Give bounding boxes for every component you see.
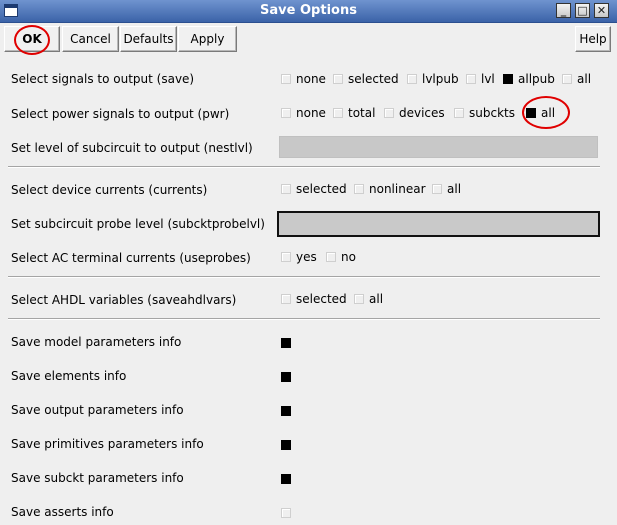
checkbox[interactable]	[281, 372, 291, 382]
info-toggle-primitives-parameters[interactable]	[281, 438, 296, 452]
info-label-subckt-parameters: Save subckt parameters info	[11, 471, 184, 485]
nestlvl-label: Set level of subcircuit to output (nestl…	[11, 141, 253, 155]
option-label: all	[369, 292, 384, 306]
checkbox[interactable]	[562, 74, 572, 84]
window-title: Save Options	[260, 3, 357, 18]
checkbox[interactable]	[384, 108, 394, 118]
pwr-option-none[interactable]: none	[281, 106, 326, 120]
option-label: lvlpub	[422, 72, 459, 86]
option-label: lvl	[481, 72, 495, 86]
option-label: all	[577, 72, 592, 86]
checkbox[interactable]	[281, 294, 291, 304]
separator	[8, 276, 600, 278]
info-label-asserts: Save asserts info	[11, 505, 114, 519]
checkbox[interactable]	[354, 184, 364, 194]
pwr-option-devices[interactable]: devices	[384, 106, 445, 120]
save-option-none[interactable]: none	[281, 72, 326, 86]
currents-option-selected[interactable]: selected	[281, 182, 347, 196]
separator	[8, 318, 600, 320]
info-label-output-parameters: Save output parameters info	[11, 403, 184, 417]
useprobes-label: Select AC terminal currents (useprobes)	[11, 251, 251, 265]
checkbox[interactable]	[281, 508, 291, 518]
option-label: none	[296, 106, 326, 120]
option-label: none	[296, 72, 326, 86]
subcktprobelvl-input[interactable]	[277, 211, 600, 237]
option-label: selected	[296, 292, 347, 306]
help-button[interactable]: Help	[575, 26, 611, 52]
save-label: Select signals to output (save)	[11, 72, 195, 86]
close-button[interactable]: ✕	[594, 3, 609, 18]
defaults-button[interactable]: Defaults	[120, 26, 177, 52]
checkbox[interactable]	[333, 74, 343, 84]
apply-button[interactable]: Apply	[178, 26, 237, 52]
save-option-lvlpub[interactable]: lvlpub	[407, 72, 459, 86]
info-label-elements: Save elements info	[11, 369, 127, 383]
saveahdlvars-option-all[interactable]: all	[354, 292, 383, 306]
info-toggle-asserts[interactable]	[281, 506, 296, 520]
cancel-button[interactable]: Cancel	[62, 26, 119, 52]
currents-option-all[interactable]: all	[432, 182, 461, 196]
option-label: no	[341, 250, 356, 264]
save-option-lvl[interactable]: lvl	[466, 72, 495, 86]
checkbox[interactable]	[407, 74, 417, 84]
info-toggle-output-parameters[interactable]	[281, 404, 296, 418]
checkbox[interactable]	[333, 108, 343, 118]
info-label-model-parameters: Save model parameters info	[11, 335, 182, 349]
checkbox[interactable]	[526, 108, 536, 118]
option-label: subckts	[469, 106, 515, 120]
checkbox[interactable]	[281, 108, 291, 118]
checkbox[interactable]	[281, 474, 291, 484]
checkbox[interactable]	[281, 406, 291, 416]
pwr-option-total[interactable]: total	[333, 106, 375, 120]
save-option-all[interactable]: all	[562, 72, 591, 86]
saveahdlvars-label: Select AHDL variables (saveahdlvars)	[11, 293, 237, 307]
info-label-primitives-parameters: Save primitives parameters info	[11, 437, 204, 451]
option-label: nonlinear	[369, 182, 426, 196]
save-option-allpub[interactable]: allpub	[503, 72, 555, 86]
pwr-option-all[interactable]: all	[526, 106, 555, 120]
useprobes-option-yes[interactable]: yes	[281, 250, 317, 264]
toolbar: OK Cancel Defaults Apply Help	[0, 23, 617, 56]
option-label: all	[447, 182, 462, 196]
title-bar: Save Options _ □ ✕	[0, 0, 617, 23]
checkbox[interactable]	[354, 294, 364, 304]
checkbox[interactable]	[281, 252, 291, 262]
currents-label: Select device currents (currents)	[11, 183, 208, 197]
maximize-button[interactable]: □	[575, 3, 590, 18]
info-toggle-subckt-parameters[interactable]	[281, 472, 296, 486]
option-label: all	[541, 106, 556, 120]
option-label: selected	[348, 72, 399, 86]
option-label: total	[348, 106, 376, 120]
option-label: allpub	[518, 72, 555, 86]
option-label: selected	[296, 182, 347, 196]
checkbox[interactable]	[432, 184, 442, 194]
option-label: devices	[399, 106, 445, 120]
pwr-label: Select power signals to output (pwr)	[11, 107, 230, 121]
separator	[8, 166, 600, 168]
pwr-option-subckts[interactable]: subckts	[454, 106, 515, 120]
currents-option-nonlinear[interactable]: nonlinear	[354, 182, 426, 196]
ok-button[interactable]: OK	[4, 26, 60, 52]
checkbox[interactable]	[503, 74, 513, 84]
checkbox[interactable]	[281, 338, 291, 348]
checkbox[interactable]	[326, 252, 336, 262]
checkbox[interactable]	[454, 108, 464, 118]
nestlvl-field	[279, 136, 598, 158]
useprobes-option-no[interactable]: no	[326, 250, 356, 264]
checkbox[interactable]	[281, 184, 291, 194]
info-toggle-model-parameters[interactable]	[281, 336, 296, 350]
checkbox[interactable]	[281, 440, 291, 450]
saveahdlvars-option-selected[interactable]: selected	[281, 292, 347, 306]
minimize-button[interactable]: _	[556, 3, 571, 18]
info-toggle-elements[interactable]	[281, 370, 296, 384]
subcktprobelvl-label: Set subcircuit probe level (subcktprobel…	[11, 217, 265, 231]
option-label: yes	[296, 250, 317, 264]
save-option-selected[interactable]: selected	[333, 72, 399, 86]
checkbox[interactable]	[281, 74, 291, 84]
checkbox[interactable]	[466, 74, 476, 84]
